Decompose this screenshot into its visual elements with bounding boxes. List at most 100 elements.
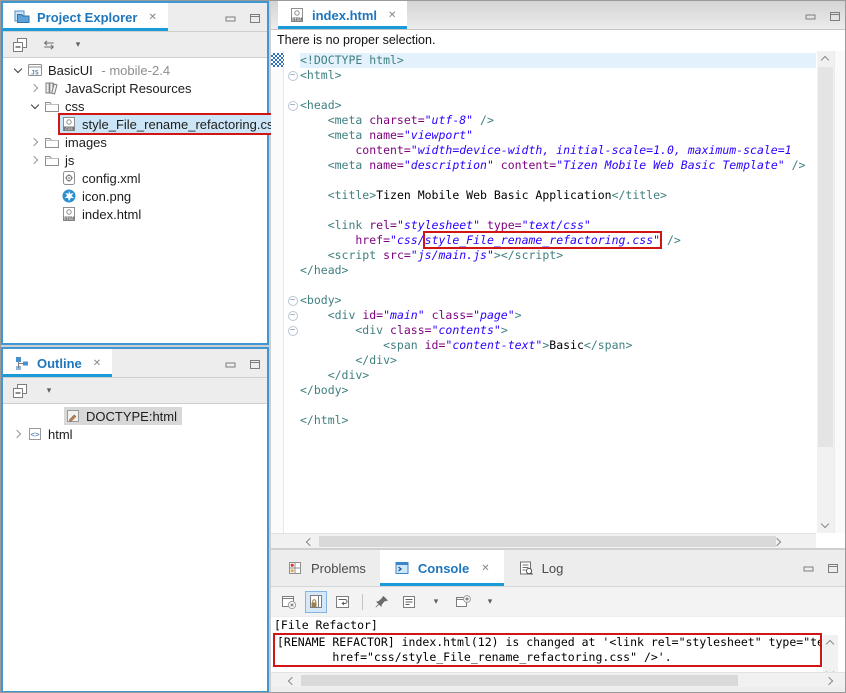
scroll-right-icon[interactable] — [825, 677, 833, 685]
tree-item-doctype-html[interactable]: DOCTYPE:html — [3, 407, 267, 425]
fold-gutter — [285, 158, 300, 173]
fold-collapse-icon[interactable]: − — [285, 308, 300, 323]
scroll-left-icon[interactable] — [288, 677, 296, 685]
tab-console[interactable]: Console ✕ — [380, 550, 504, 586]
code-line[interactable]: <!DOCTYPE html> — [285, 53, 816, 68]
chevron-expanded-icon[interactable] — [9, 69, 26, 72]
minimize-icon[interactable] — [803, 561, 815, 579]
code-line[interactable] — [285, 173, 816, 188]
code-line[interactable]: − <div id="main" class="page"> — [285, 308, 816, 323]
code-line[interactable] — [285, 398, 816, 413]
fold-collapse-icon[interactable]: − — [285, 323, 300, 338]
console-tab-label: Console — [418, 561, 469, 576]
link-editor-button[interactable]: ⇆ — [39, 35, 59, 55]
code-line[interactable]: </html> — [285, 413, 816, 428]
scroll-lock-button[interactable] — [306, 592, 326, 612]
scroll-left-icon[interactable] — [306, 538, 314, 546]
console-list-button[interactable] — [399, 592, 419, 612]
code-line[interactable]: <meta name="viewport" — [285, 128, 816, 143]
pin-console-button[interactable] — [372, 592, 392, 612]
editor-horizontal-scrollbar[interactable] — [271, 533, 816, 548]
tree-item-html[interactable]: <>html — [3, 425, 267, 443]
tree-item-index-html[interactable]: htmlindex.html — [3, 205, 267, 223]
editor-vertical-scrollbar[interactable] — [817, 51, 834, 533]
tab-outline[interactable]: Outline ✕ — [3, 349, 112, 377]
word-wrap-button[interactable] — [333, 592, 353, 612]
close-icon[interactable]: ✕ — [388, 10, 396, 21]
tab-index-html[interactable]: html index.html ✕ — [278, 1, 407, 29]
scrollbar-thumb[interactable] — [319, 536, 776, 547]
outline-tab-bar: Outline ✕ — [3, 349, 267, 378]
code-line[interactable]: <script src="js/main.js"></script> — [285, 248, 816, 263]
code-line[interactable]: <meta charset="utf-8" /> — [285, 113, 816, 128]
code-line[interactable]: −<html> — [285, 68, 816, 83]
menu-arrow-icon[interactable]: ▾ — [39, 381, 59, 401]
tree-item-basicui[interactable]: JSBasicUI - mobile-2.4 — [3, 61, 267, 79]
code-line[interactable]: content="width=device-width, initial-sca… — [285, 143, 816, 158]
code-line[interactable]: </div> — [285, 353, 816, 368]
collapse-all-button[interactable] — [10, 381, 30, 401]
tree-item-images[interactable]: images — [3, 133, 267, 151]
code-line[interactable]: <title>Tizen Mobile Web Basic Applicatio… — [285, 188, 816, 203]
minimize-icon[interactable] — [225, 357, 237, 375]
scroll-up-icon[interactable] — [821, 56, 829, 64]
console-horizontal-scrollbar[interactable] — [271, 672, 846, 687]
console-output[interactable]: [File Refactor] [RENAME REFACTOR] index.… — [271, 618, 846, 672]
minimize-icon[interactable] — [225, 11, 237, 29]
console-process-label: [File Refactor] — [271, 618, 846, 633]
code-line[interactable]: <span id="content-text">Basic</span> — [285, 338, 816, 353]
tab-project-explorer[interactable]: Project Explorer ✕ — [3, 3, 168, 31]
code-line[interactable]: </div> — [285, 368, 816, 383]
minimize-icon[interactable] — [805, 9, 817, 27]
code-line[interactable]: <link rel="stylesheet" type="text/css" — [285, 218, 816, 233]
code-line[interactable] — [285, 203, 816, 218]
chevron-collapsed-icon[interactable] — [9, 431, 26, 437]
chevron-collapsed-icon[interactable] — [26, 157, 43, 163]
maximize-icon[interactable] — [829, 9, 841, 27]
tree-item-css[interactable]: css — [3, 97, 267, 115]
tree-item-config-xml[interactable]: config.xml — [3, 169, 267, 187]
code-line[interactable]: − <div class="contents"> — [285, 323, 816, 338]
chevron-expanded-icon[interactable] — [26, 105, 43, 108]
scrollbar-thumb[interactable] — [301, 675, 738, 686]
scroll-down-icon[interactable] — [821, 520, 829, 528]
fold-gutter — [285, 143, 300, 158]
tab-log[interactable]: Log — [504, 550, 578, 586]
menu-arrow-icon[interactable]: ▾ — [480, 592, 500, 612]
diff-annotation-marker — [271, 53, 284, 67]
code-line[interactable]: −<head> — [285, 98, 816, 113]
maximize-icon[interactable] — [827, 561, 839, 579]
chevron-collapsed-icon[interactable] — [26, 85, 43, 91]
tree-item-javascript-resources[interactable]: JavaScript Resources — [3, 79, 267, 97]
collapse-all-button[interactable] — [10, 35, 30, 55]
code-line[interactable] — [285, 278, 816, 293]
maximize-icon[interactable] — [249, 357, 261, 375]
menu-arrow-icon[interactable]: ▾ — [426, 592, 446, 612]
png-file-icon — [61, 188, 77, 204]
tree-item-icon-png[interactable]: icon.png — [3, 187, 267, 205]
fold-collapse-icon[interactable]: − — [285, 293, 300, 308]
scrollbar-thumb[interactable] — [818, 67, 833, 447]
close-icon[interactable]: ✕ — [481, 563, 489, 574]
code-line[interactable]: −<body> — [285, 293, 816, 308]
html-file-icon: html — [289, 7, 305, 23]
code-line[interactable]: <meta name="description" content="Tizen … — [285, 158, 816, 173]
maximize-icon[interactable] — [249, 11, 261, 29]
chevron-collapsed-icon[interactable] — [26, 139, 43, 145]
code-line[interactable]: href="css/style_File_rename_refactoring.… — [285, 233, 816, 248]
code-line[interactable]: </head> — [285, 263, 816, 278]
clear-console-button[interactable] — [279, 592, 299, 612]
scroll-up-icon[interactable] — [826, 640, 834, 648]
tree-item-js[interactable]: js — [3, 151, 267, 169]
code-line[interactable]: </body> — [285, 383, 816, 398]
menu-arrow-icon[interactable]: ▾ — [68, 35, 88, 55]
code-line[interactable] — [285, 83, 816, 98]
fold-collapse-icon[interactable]: − — [285, 68, 300, 83]
open-console-button[interactable] — [453, 592, 473, 612]
fold-collapse-icon[interactable]: − — [285, 98, 300, 113]
tree-item-style-file-rename-refactoring-css[interactable]: cssstyle_File_rename_refactoring.css — [3, 115, 267, 133]
tab-problems[interactable]: Problems — [273, 550, 380, 586]
code-editor[interactable]: <!DOCTYPE html>−<html> −<head> <meta char… — [271, 51, 846, 533]
close-icon[interactable]: ✕ — [148, 12, 156, 23]
close-icon[interactable]: ✕ — [93, 358, 101, 369]
